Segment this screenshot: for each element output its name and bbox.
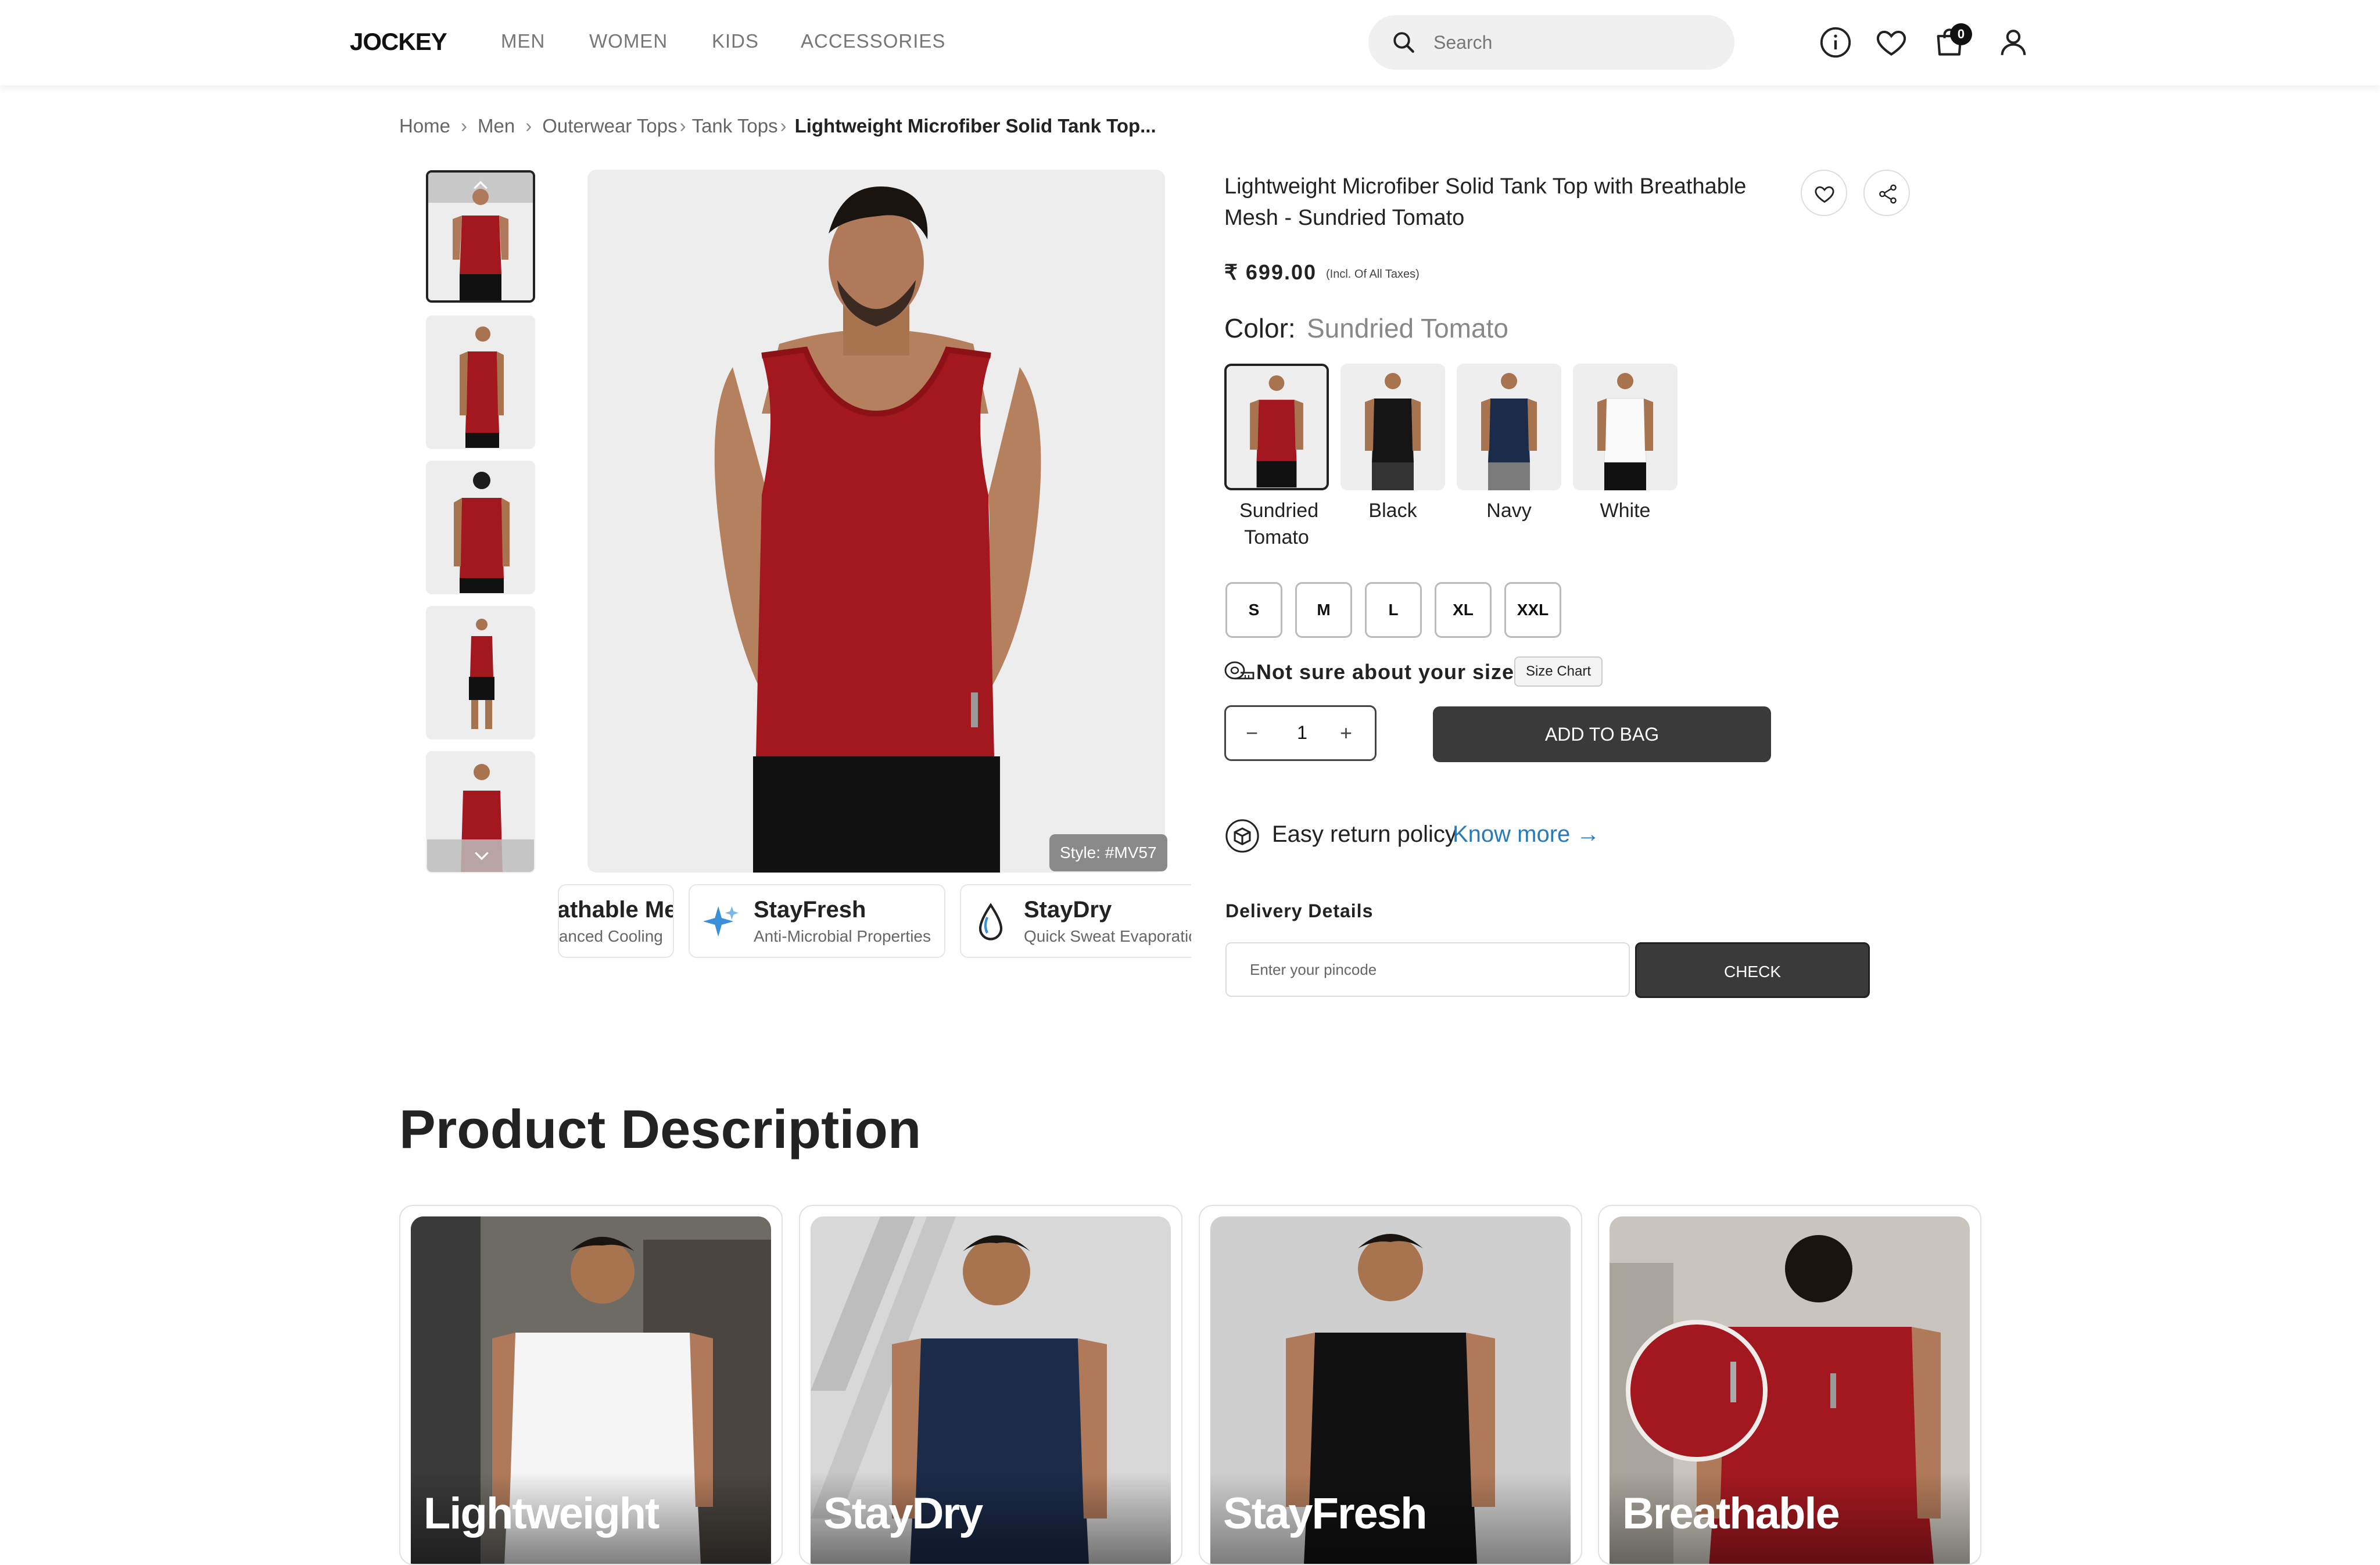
card-title: Breathable	[1622, 1489, 1840, 1538]
style-code-badge: Style: #MV57	[1049, 834, 1167, 871]
heart-icon	[1815, 186, 1834, 203]
thumbnail-image	[427, 317, 534, 448]
color-swatch-white[interactable]	[1573, 364, 1678, 490]
feature-card-stayfresh[interactable]: StayFresh Anti-Microbial Properties	[689, 884, 945, 958]
swatch-image	[1573, 364, 1678, 490]
color-swatch-sundried-tomato[interactable]	[1224, 364, 1329, 490]
search-bar[interactable]	[1368, 15, 1734, 70]
heart-icon[interactable]	[1874, 26, 1908, 59]
return-policy-text: Easy return policy	[1272, 821, 1457, 847]
breadcrumb: Home › Men › Outerwear Tops › Tank Tops › Lightw…	[399, 115, 1156, 137]
share-icon	[1879, 184, 1897, 204]
quantity-increase-button[interactable]: +	[1340, 721, 1352, 745]
swatch-label: Sundried Tomato	[1239, 500, 1319, 548]
breadcrumb-tank-tops[interactable]: Tank Tops	[692, 115, 778, 137]
color-swatch-black[interactable]	[1340, 364, 1445, 490]
size-option-m[interactable]: M	[1295, 582, 1352, 638]
feature-card-staydry[interactable]: StayDry Quick Sweat Evaporation	[960, 884, 1191, 958]
info-icon[interactable]	[1819, 26, 1852, 59]
size-option-l[interactable]: L	[1365, 582, 1422, 638]
thumbnail-back[interactable]	[426, 461, 535, 594]
description-card-stayfresh[interactable]: StayFresh	[1199, 1205, 1582, 1565]
card-title: StayDry	[823, 1489, 983, 1538]
card-title: Lightweight	[424, 1489, 659, 1538]
thumbnail-full[interactable]	[426, 606, 535, 740]
color-swatch-navy[interactable]	[1457, 364, 1561, 490]
nav-kids[interactable]: KIDS	[712, 30, 759, 52]
swatch-image	[1340, 364, 1445, 490]
product-title: Lightweight Microfiber Solid Tank Top wi…	[1224, 174, 1747, 230]
quantity-value: 1	[1297, 722, 1307, 743]
drop-icon	[978, 903, 1003, 941]
swatch-image	[1227, 366, 1327, 488]
size-option-xxl[interactable]: XXL	[1504, 582, 1561, 638]
quantity-decrease-button[interactable]: −	[1246, 721, 1258, 745]
color-label: Color:	[1224, 313, 1296, 343]
nav-women[interactable]: WOMEN	[589, 30, 668, 52]
swatch-label: White	[1600, 500, 1651, 522]
main-product-image[interactable]	[587, 170, 1165, 873]
share-button[interactable]	[1863, 170, 1910, 216]
size-option-s[interactable]: S	[1225, 582, 1282, 638]
swatch-image	[1457, 364, 1561, 490]
size-help-text: Not sure about your size?	[1256, 660, 1528, 684]
breadcrumb-current: Lightweight Microfiber Solid Tank Top...	[794, 115, 1156, 137]
search-input[interactable]	[1433, 27, 1712, 58]
add-to-bag-button[interactable]: ADD TO BAG	[1433, 706, 1771, 762]
card-title: StayFresh	[1223, 1489, 1427, 1538]
brand-logo[interactable]: JOCKEY	[350, 28, 447, 56]
description-card-staydry[interactable]: StayDry	[799, 1205, 1182, 1565]
thumbnail-front[interactable]	[426, 170, 535, 303]
search-icon	[1393, 32, 1414, 53]
size-option-xl[interactable]: XL	[1435, 582, 1492, 638]
sparkle-icon	[702, 906, 739, 937]
measuring-tape-icon	[1224, 661, 1254, 680]
model-photo	[587, 170, 1165, 873]
know-more-link[interactable]: Know more →	[1453, 821, 1600, 848]
feature-subtitle: Enhanced Cooling	[558, 927, 663, 945]
breadcrumb-outerwear[interactable]: Outerwear Tops	[542, 115, 677, 137]
product-description-heading: Product Description	[399, 1099, 922, 1160]
thumbnail-image	[427, 607, 534, 738]
size-chart-button[interactable]: Size Chart	[1514, 656, 1603, 687]
thumbnail-image	[427, 462, 534, 593]
description-card-breathable[interactable]: Breathable	[1598, 1205, 1981, 1565]
nav-men[interactable]: MEN	[501, 30, 545, 52]
nav-accessories[interactable]: ACCESSORIES	[801, 30, 945, 52]
swatch-label: Navy	[1486, 500, 1532, 522]
thumbnail-front-2[interactable]	[426, 751, 535, 873]
feature-subtitle: Quick Sweat Evaporation	[1024, 927, 1191, 945]
pincode-input[interactable]	[1225, 942, 1630, 997]
user-icon[interactable]	[1997, 26, 2030, 59]
feature-card-mesh[interactable]: Breathable Mesh Enhanced Cooling	[558, 884, 674, 958]
delivery-details-label: Delivery Details	[1225, 900, 1374, 921]
site-header: JOCKEY MEN WOMEN KIDS ACCESSORIES 0	[0, 0, 2380, 85]
wishlist-button[interactable]	[1801, 170, 1847, 216]
feature-title: StayDry	[1024, 897, 1112, 923]
thumbnail-side[interactable]	[426, 315, 535, 449]
feature-title: StayFresh	[754, 897, 866, 923]
feature-title: Breathable Mesh	[558, 897, 674, 923]
quantity-stepper: − 1 +	[1224, 705, 1377, 761]
product-price: ₹ 699.00	[1224, 260, 1317, 284]
description-card-lightweight[interactable]: Lightweight	[399, 1205, 783, 1565]
chevron-up-icon[interactable]	[471, 178, 490, 192]
swatch-label: Black	[1368, 500, 1417, 522]
cart-count-badge: 0	[1950, 23, 1972, 45]
breadcrumb-home[interactable]: Home	[399, 115, 450, 137]
selected-color-value: Sundried Tomato	[1307, 313, 1508, 343]
check-pincode-button[interactable]: CHECK	[1635, 942, 1870, 998]
chevron-down-icon[interactable]	[472, 849, 491, 863]
price-tax-note: (Incl. Of All Taxes)	[1326, 268, 1420, 281]
breadcrumb-men[interactable]: Men	[478, 115, 515, 137]
return-box-icon	[1225, 819, 1259, 853]
feature-subtitle: Anti-Microbial Properties	[754, 927, 931, 945]
